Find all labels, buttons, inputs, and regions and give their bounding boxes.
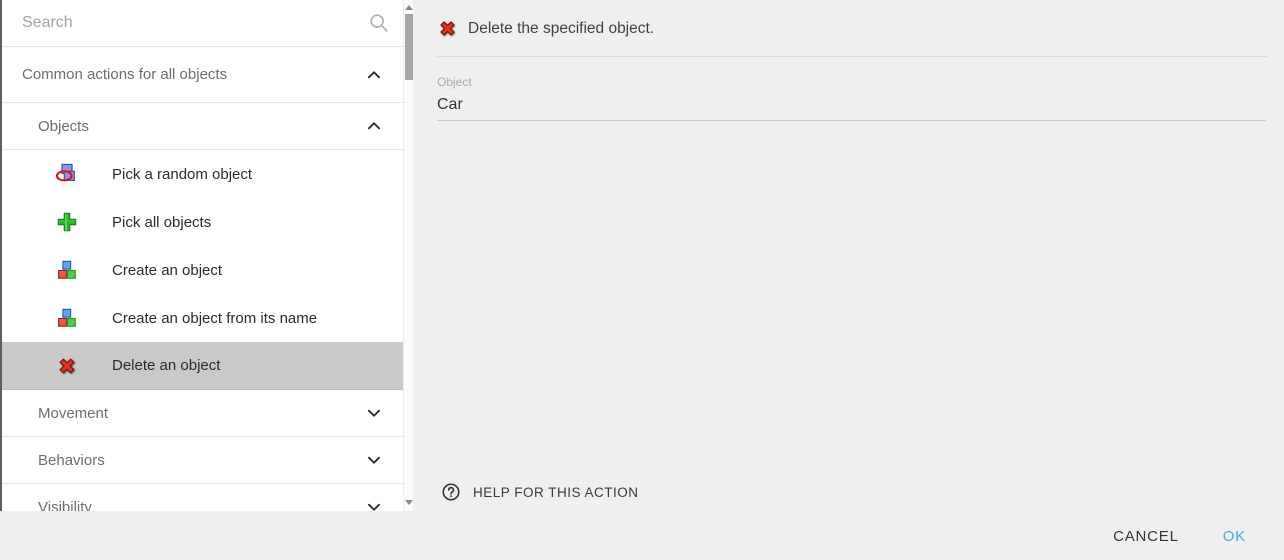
search-icon: [368, 12, 390, 34]
chevron-down-icon: [363, 496, 385, 511]
help-circle-icon: [441, 482, 461, 502]
instruction-editor-panel: Delete the specified object. Object HELP…: [413, 0, 1284, 512]
instruction-header: Delete the specified object.: [413, 0, 1284, 57]
create-object-from-name-icon: [56, 307, 78, 329]
chevron-up-icon: [363, 115, 385, 137]
chevron-down-icon: [363, 402, 385, 424]
help-for-action-button[interactable]: HELP FOR THIS ACTION: [441, 479, 639, 505]
action-item-label: Create an object: [112, 262, 222, 279]
delete-object-icon: [56, 355, 78, 377]
section-visibility[interactable]: Visibility: [2, 484, 405, 511]
object-field-label: Object: [437, 75, 1266, 89]
chevron-up-icon: [363, 64, 385, 86]
action-item-create-object[interactable]: Create an object: [2, 246, 405, 294]
action-item-create-object-from-name[interactable]: Create an object from its name: [2, 294, 405, 342]
delete-object-icon: [437, 18, 458, 39]
scrollbar-thumb[interactable]: [405, 14, 413, 80]
help-button-label: HELP FOR THIS ACTION: [473, 485, 639, 500]
instruction-title: Delete the specified object.: [468, 20, 654, 38]
action-item-delete-object[interactable]: Delete an object: [2, 342, 405, 390]
section-label: Objects: [38, 118, 89, 135]
sidebar-scrollbar[interactable]: [403, 0, 413, 511]
dialog-action-bar: CANCEL OK: [0, 512, 1284, 560]
pick-all-objects-icon: [56, 211, 78, 233]
edit-action-dialog: Common actions for all objects Objects P…: [0, 0, 1284, 560]
section-label: Behaviors: [38, 452, 105, 469]
chevron-down-icon: [363, 449, 385, 471]
pick-random-object-icon: [56, 163, 78, 185]
object-field-input[interactable]: [437, 96, 1266, 121]
action-item-label: Pick a random object: [112, 166, 252, 183]
create-object-icon: [56, 259, 78, 281]
search-bar: [2, 0, 405, 47]
object-parameter-field: Object: [437, 75, 1266, 121]
instruction-selector-sidebar: Common actions for all objects Objects P…: [0, 0, 413, 511]
ok-button[interactable]: OK: [1207, 520, 1262, 553]
section-label: Visibility: [38, 499, 92, 512]
scrollbar-up-arrow[interactable]: [405, 4, 413, 12]
action-item-pick-random-object[interactable]: Pick a random object: [2, 150, 405, 198]
section-common-actions[interactable]: Common actions for all objects: [2, 47, 405, 103]
action-item-label: Delete an object: [112, 357, 220, 374]
section-objects[interactable]: Objects: [2, 103, 405, 150]
section-movement[interactable]: Movement: [2, 390, 405, 437]
section-behaviors[interactable]: Behaviors: [2, 437, 405, 484]
search-input[interactable]: [2, 0, 405, 46]
action-item-label: Pick all objects: [112, 214, 211, 231]
scrollbar-down-arrow[interactable]: [405, 499, 413, 507]
section-label: Movement: [38, 405, 108, 422]
action-item-pick-all-objects[interactable]: Pick all objects: [2, 198, 405, 246]
cancel-button[interactable]: CANCEL: [1097, 520, 1195, 553]
action-item-label: Create an object from its name: [112, 310, 317, 327]
section-label: Common actions for all objects: [22, 66, 227, 83]
